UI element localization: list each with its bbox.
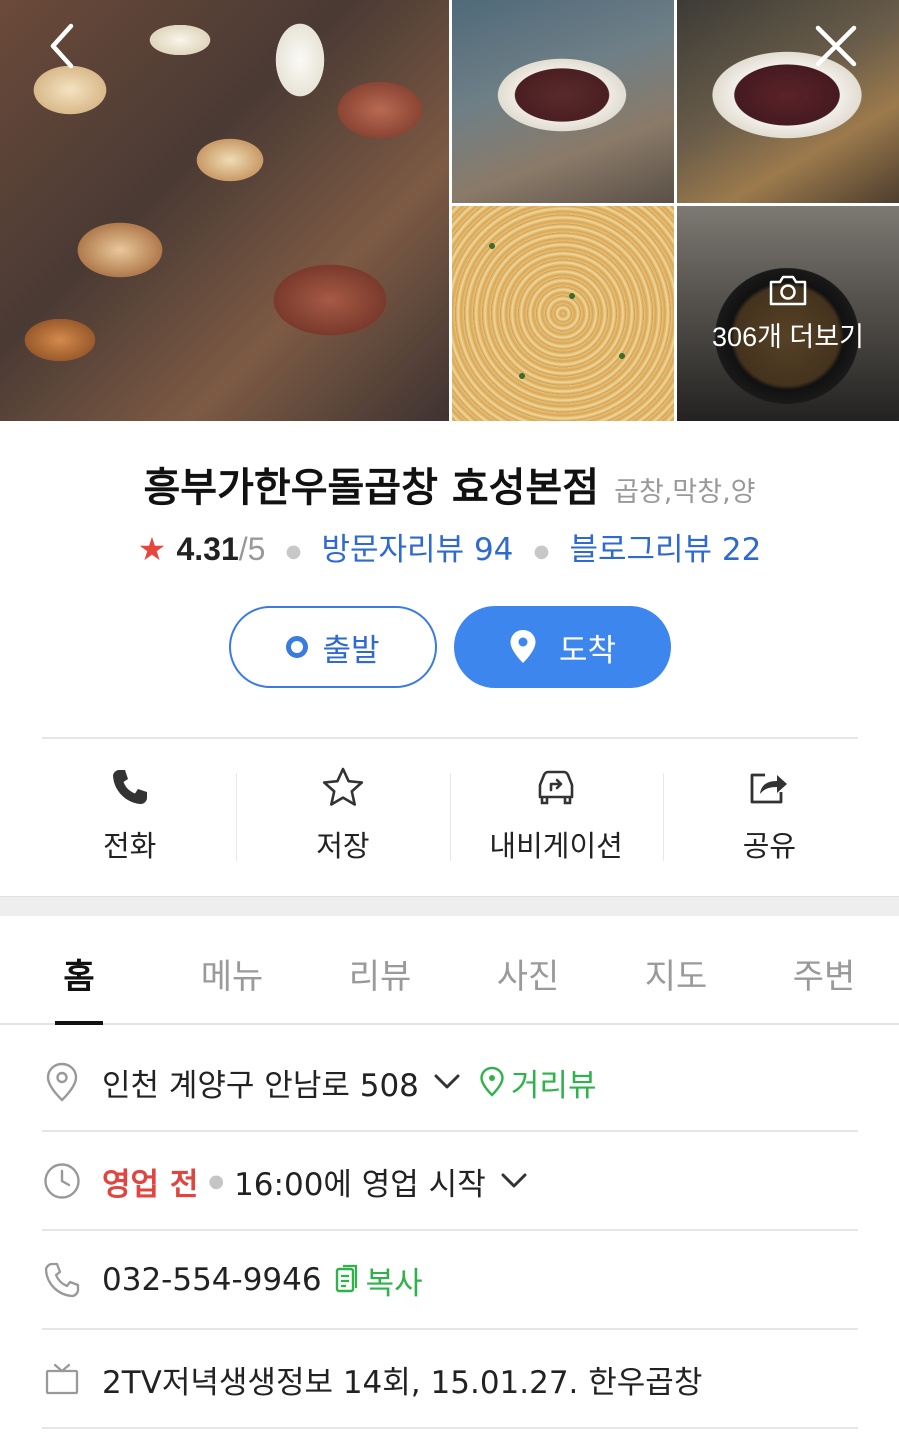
photos-more-button[interactable]: 306개 더보기 [677,206,899,421]
blog-reviews-link[interactable]: 블로그리뷰 22 [569,532,761,568]
route-arrive-label: 도착 [558,632,617,669]
streetview-label: 거리뷰 [510,1067,597,1104]
rating-star-icon: ★ [137,530,167,568]
streetview-link[interactable]: 거리뷰 [479,1060,597,1105]
tab-menu[interactable]: 메뉴 [158,917,306,1023]
chevron-down-icon[interactable] [500,1172,528,1190]
tab-home[interactable]: 홈 [0,917,158,1025]
photo-thumb-2[interactable] [677,0,899,203]
chevron-left-icon [50,23,74,69]
share-label: 공유 [742,829,797,863]
navigation-label: 내비게이션 [489,829,623,863]
location-pin-icon [510,630,536,663]
back-button[interactable] [34,18,90,74]
save-label: 저장 [316,829,370,863]
star-icon [322,767,363,806]
copy-label: 복사 [365,1265,423,1302]
address-text[interactable]: 인천 계양구 안남로 508 [102,1060,419,1105]
tab-photos[interactable]: 사진 [454,917,602,1023]
route-start-button[interactable]: 출발 [229,606,437,688]
share-icon [750,773,788,804]
place-title-row: 흥부가한우돌곱창 효성본점 곱창,막창,양 [0,455,899,513]
call-label: 전화 [102,829,157,863]
tab-bar: 홈 메뉴 리뷰 사진 지도 주변 [0,917,899,1025]
phone-outline-icon [44,1262,80,1298]
rating-row: ★ 4.31/5 ● 방문자리뷰 94 ● 블로그리뷰 22 [0,524,899,569]
photos-more-label: 306개 더보기 [712,322,864,352]
map-pin-icon [46,1062,78,1102]
clock-icon [44,1163,80,1199]
section-gap [0,896,899,916]
tv-icon [45,1363,79,1395]
save-button[interactable]: 저장 [236,765,449,865]
separator-dot: ● [285,540,302,562]
route-arrive-button[interactable]: 도착 [454,606,671,688]
business-hours[interactable]: 16:00에 영업 시작 [234,1159,486,1204]
call-button[interactable]: 전화 [23,765,236,865]
tab-nearby[interactable]: 주변 [750,917,898,1023]
photo-thumb-3[interactable] [452,206,674,421]
phone-number[interactable]: 032-554-9946 [102,1262,322,1298]
action-bar: 전화 저장 내비게이션 공유 [23,765,876,865]
separator-dot: ● [533,540,550,562]
rating-max: /5 [238,531,266,567]
tab-reviews[interactable]: 리뷰 [306,917,454,1023]
share-button[interactable]: 공유 [662,765,876,865]
visitor-reviews-link[interactable]: 방문자리뷰 94 [322,532,514,568]
address-row: 인천 계양구 안남로 508 거리뷰 [42,1034,858,1132]
copy-icon [335,1264,357,1293]
start-point-icon [286,636,309,658]
streetview-pin-icon [480,1066,504,1097]
place-category: 곱창,막창,양 [614,477,756,508]
tv-info-text: 2TV저녁생생정보 14회, 15.01.27. 한우곱창 [102,1364,703,1401]
copy-button[interactable]: 복사 [334,1258,423,1303]
route-start-label: 출발 [322,632,380,669]
tab-map[interactable]: 지도 [602,917,750,1023]
close-icon [815,25,857,67]
car-navigation-icon [538,770,574,805]
business-status: 영업 전 [102,1166,199,1203]
tv-info-row: 2TV저녁생생정보 14회, 15.01.27. 한우곱창 [42,1331,858,1429]
divider [42,737,858,739]
chevron-down-icon[interactable] [433,1073,461,1091]
camera-icon [769,275,807,306]
phone-row: 032-554-9946 복사 [42,1232,858,1330]
rating-score: 4.31 [176,531,239,567]
navigation-button[interactable]: 내비게이션 [449,765,663,865]
place-name: 흥부가한우돌곱창 효성본점 [143,465,600,511]
separator-dot: ● [208,1170,225,1192]
close-button[interactable] [808,18,864,74]
phone-icon [112,770,147,804]
photo-thumb-1[interactable] [452,0,674,203]
hours-row: 영업 전 ● 16:00에 영업 시작 [42,1133,858,1231]
